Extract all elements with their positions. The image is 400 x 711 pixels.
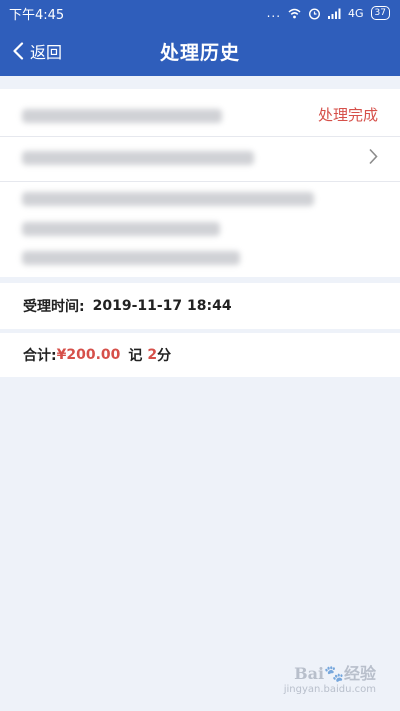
accept-time-label: 受理时间:	[23, 299, 85, 315]
battery-level: 37	[374, 7, 386, 18]
status-badge: 处理完成	[317, 106, 378, 124]
divider	[0, 136, 400, 137]
points-prefix: 记	[128, 348, 143, 364]
blurred-handling-time	[22, 222, 220, 236]
page-title: 处理历史	[159, 41, 240, 64]
more-dots-icon: ...	[266, 6, 282, 20]
divider	[0, 181, 400, 182]
chevron-right-icon[interactable]	[368, 148, 378, 165]
total-row: 合计: ¥200.00 记 2 分	[0, 333, 400, 377]
blurred-order-number	[22, 109, 222, 123]
blurred-violation-detail	[22, 251, 240, 265]
network-type: 4G	[348, 6, 364, 20]
watermark-url: jingyan.baidu.com	[283, 684, 376, 695]
blurred-handling-unit	[22, 192, 314, 206]
accept-time-row: 受理时间: 2019-11-17 18:44	[0, 283, 400, 329]
total-label: 合计:	[23, 348, 57, 364]
accept-time-value: 2019-11-17 18:44	[92, 298, 232, 314]
nav-bar: 返回 处理历史	[0, 26, 400, 76]
blurred-document-number	[22, 151, 254, 165]
status-time: 下午4:45	[9, 7, 65, 23]
watermark-logo: Bai🐾经验	[294, 664, 376, 683]
status-icons: ... 4G 37	[267, 6, 390, 20]
signal-icon	[328, 8, 341, 19]
baidu-watermark: Bai🐾经验 jingyan.baidu.com	[284, 660, 376, 695]
wifi-icon	[288, 8, 301, 19]
points-value: 2	[147, 347, 158, 363]
status-bar: 下午4:45 ... 4G 37	[0, 0, 400, 26]
alarm-icon	[309, 7, 321, 20]
battery-icon: 37	[370, 6, 390, 20]
points-suffix: 分	[157, 348, 172, 364]
record-card[interactable]: 处理完成	[0, 89, 400, 277]
total-amount: ¥200.00	[56, 347, 121, 363]
